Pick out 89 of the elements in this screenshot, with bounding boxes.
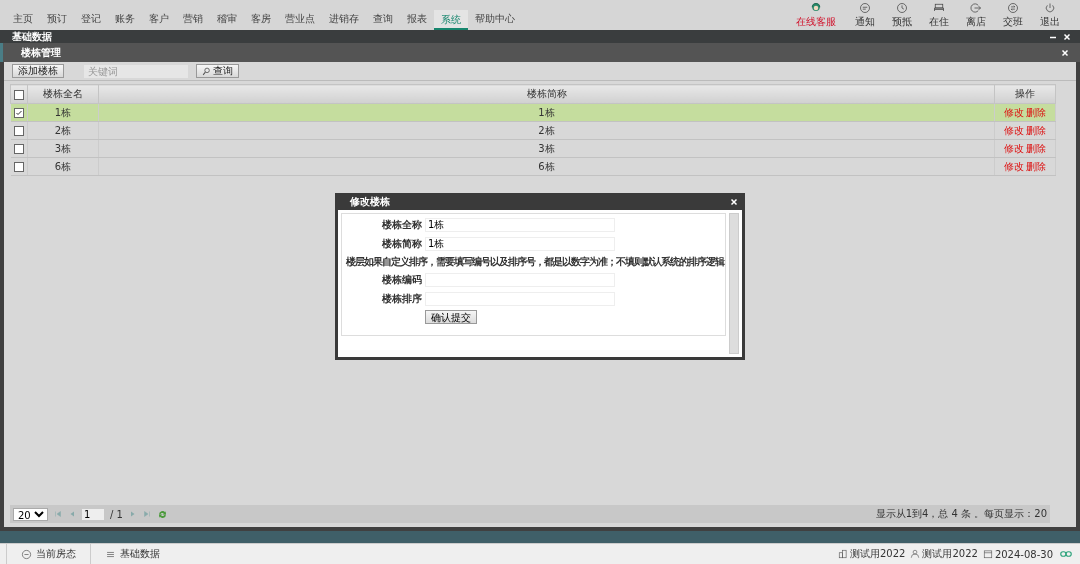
checkbox[interactable] (13, 108, 24, 118)
field-label: 楼栋全称 (381, 218, 422, 232)
bed-icon (932, 1, 945, 14)
next-page-icon (128, 510, 137, 518)
action-link[interactable]: 修改 (1003, 141, 1025, 156)
close-icon (1063, 32, 1071, 41)
user-icon (910, 549, 921, 559)
previous-page-icon (68, 510, 76, 518)
checkbox[interactable] (13, 162, 24, 172)
search-icon (202, 66, 211, 76)
table-cell: 6栋 (538, 160, 555, 172)
toolbar-button[interactable]: 通知 (846, 0, 883, 30)
nav-tab[interactable]: 主页 (6, 8, 40, 30)
check-icon (14, 109, 23, 117)
page-total: / 1 (110, 508, 123, 520)
table-cell: 2栋 (538, 124, 555, 136)
nav-tab[interactable]: 登记 (74, 8, 108, 30)
toolbar-button[interactable]: 在线客服 (786, 0, 846, 30)
clock-icon (895, 1, 908, 14)
table-cell: 6栋 (54, 160, 72, 172)
table-cell: 2栋 (54, 124, 72, 136)
nav-tab[interactable]: 系统 (434, 10, 468, 30)
nav-tab[interactable]: 帮助中心 (468, 8, 522, 30)
checkbox[interactable] (14, 89, 24, 100)
nav-tab[interactable]: 报表 (400, 8, 434, 30)
taskbar-tab[interactable]: 基础数据 (90, 544, 174, 564)
nav-tab[interactable]: 查询 (366, 8, 400, 30)
search-button[interactable]: 查询 (196, 64, 239, 78)
table-cell: 1栋 (538, 106, 555, 118)
nav-tab[interactable]: 营业点 (278, 8, 322, 30)
toolbar-button[interactable]: 交班 (994, 0, 1031, 30)
table-cell: 3栋 (54, 142, 72, 154)
calendar-icon (982, 549, 993, 559)
circle-icon (21, 548, 32, 560)
input-field[interactable]: 1栋 (425, 218, 615, 232)
close-icon (1061, 48, 1069, 57)
nav-tab[interactable]: 进销存 (322, 8, 366, 30)
close-icon (730, 197, 738, 206)
building-icon (837, 549, 848, 559)
user-name: 测试用2022 (922, 547, 978, 561)
action-link[interactable]: 修改 (1003, 123, 1025, 138)
column-header: 楼栋全名 (43, 88, 83, 99)
field-label: 楼栋编码 (381, 273, 422, 287)
checkbox[interactable] (13, 126, 24, 136)
toolbar-button[interactable]: 预抵 (883, 0, 920, 30)
date-text: 2024-08-30 (994, 548, 1053, 560)
add-button[interactable]: 添加楼栋 (12, 64, 64, 78)
page-size-select[interactable]: 20 (13, 507, 48, 521)
message-icon (858, 1, 871, 14)
input-field[interactable]: 1栋 (425, 237, 615, 251)
action-link[interactable]: 修改 (1003, 159, 1025, 174)
toolbar-button[interactable]: 退出 (1031, 0, 1068, 30)
tab-title: 楼栋管理 (21, 45, 61, 60)
action-link[interactable]: 删除 (1025, 123, 1047, 138)
toolbar-button[interactable]: 在住 (920, 0, 957, 30)
support-agent-icon (810, 1, 822, 14)
nav-tab[interactable]: 预订 (40, 8, 74, 30)
nav-tab[interactable]: 账务 (108, 8, 142, 30)
panel-title: 基础数据 (12, 29, 52, 44)
table-cell: 1栋 (54, 106, 72, 118)
exit-icon (969, 1, 982, 14)
action-link[interactable]: 删除 (1025, 141, 1047, 156)
dialog-title: 修改楼栋 (350, 194, 390, 209)
hint-text: 楼层如果自定义排序，需要填写编号以及排序号，都是以数字为准；不填则默认系统的排序逻辑 (345, 255, 725, 269)
page-field[interactable]: 1 (82, 508, 104, 520)
nav-tab[interactable]: 稽审 (210, 8, 244, 30)
last-page-icon (142, 510, 151, 518)
action-link[interactable]: 删除 (1025, 159, 1047, 174)
pager-summary: 显示从1到4，总 4 条 。每页显示：20 (875, 507, 1047, 521)
toolbar-button[interactable]: 离店 (957, 0, 994, 30)
power-icon (1043, 1, 1056, 14)
field-label: 楼栋简称 (381, 237, 422, 251)
column-header: 操作 (1015, 88, 1035, 99)
first-page-icon (54, 510, 62, 518)
column-header: 楼栋简称 (526, 88, 567, 99)
table-cell: 3栋 (538, 142, 555, 154)
field-label: 楼栋排序 (381, 292, 422, 306)
hotel-name: 测试用2022 (849, 547, 906, 561)
refresh-icon (156, 508, 168, 520)
nav-tab[interactable]: 客房 (244, 8, 278, 30)
swap-icon (1006, 1, 1019, 14)
nav-tab[interactable]: 客户 (142, 8, 176, 30)
nav-tab[interactable]: 营销 (176, 8, 210, 30)
scrollbar[interactable] (729, 213, 739, 354)
taskbar-tab[interactable]: 当前房态 (6, 544, 90, 564)
submit-button[interactable]: 确认提交 (425, 310, 477, 324)
link-icon (1058, 548, 1074, 560)
search-field[interactable]: 关键词 (84, 64, 188, 78)
checkbox[interactable] (13, 144, 24, 154)
